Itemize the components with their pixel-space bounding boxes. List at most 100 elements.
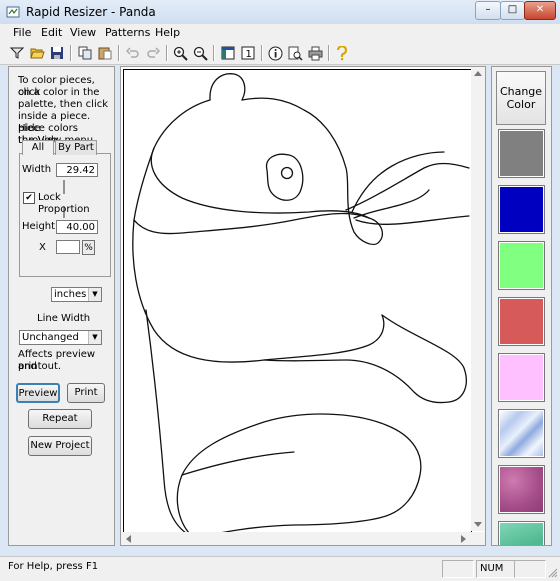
panda-foot-inner xyxy=(181,451,295,476)
change-color-label-2: Color xyxy=(506,98,536,111)
zoom-in-icon[interactable] xyxy=(171,44,189,62)
resize-grip-icon[interactable] xyxy=(548,568,558,578)
panda-pattern xyxy=(132,73,470,539)
palette-swatch-blue-marble-texture[interactable] xyxy=(498,409,545,458)
help-icon[interactable] xyxy=(333,44,351,62)
tab-by-part[interactable]: By Part xyxy=(55,140,97,155)
scroll-down-icon[interactable] xyxy=(474,522,482,528)
bamboo-leaf-3 xyxy=(351,151,445,213)
menu-patterns[interactable]: Patterns xyxy=(105,26,150,39)
scroll-up-icon[interactable] xyxy=(474,70,482,76)
status-help-text: For Help, press F1 xyxy=(8,561,99,572)
palette-swatch-purple-texture[interactable] xyxy=(498,465,545,514)
percent-button[interactable]: % xyxy=(82,240,95,255)
pattern-canvas-area xyxy=(120,66,486,546)
line-width-label: Line Width xyxy=(37,313,91,324)
palette-swatch-pink[interactable] xyxy=(498,353,545,402)
print-preview-icon[interactable] xyxy=(286,44,304,62)
save-icon[interactable] xyxy=(48,44,66,62)
menu-help[interactable]: Help xyxy=(155,26,180,39)
scale-label: X xyxy=(39,242,46,253)
redo-icon[interactable] xyxy=(144,44,162,62)
width-label: Width xyxy=(22,164,52,175)
toolbar-separator xyxy=(70,45,72,61)
instructions-line-3: palette, then click xyxy=(18,99,109,110)
repeat-button[interactable]: Repeat xyxy=(28,409,92,429)
chevron-down-icon: ▼ xyxy=(88,331,101,344)
title-bar: Rapid Resizer - Panda – □ ✕ xyxy=(0,0,560,25)
maximize-button[interactable]: □ xyxy=(500,1,525,20)
status-cell-empty xyxy=(442,560,474,578)
toolbar: 1 xyxy=(0,42,560,65)
swatch-gray-fill xyxy=(500,131,543,176)
toolbar-separator xyxy=(166,45,168,61)
change-color-label-1: Change xyxy=(499,85,543,98)
menu-file[interactable]: File xyxy=(13,26,31,39)
close-button[interactable]: ✕ xyxy=(524,1,556,20)
app-icon xyxy=(6,6,20,18)
scroll-right-icon[interactable] xyxy=(461,535,467,543)
swatch-blue-fill xyxy=(500,187,543,232)
panda-arm-piece xyxy=(132,147,385,363)
swatch-green-texture-fill xyxy=(500,523,543,545)
instructions-line-2: on a color in the xyxy=(18,87,100,98)
palette-swatch-green-texture[interactable] xyxy=(498,521,545,545)
units-value: inches xyxy=(54,289,87,300)
panda-leg-piece xyxy=(263,314,467,404)
tab-all[interactable]: All xyxy=(22,140,54,155)
copy-icon[interactable] xyxy=(76,44,94,62)
size-tab-panel: All By Part Width 29.42 ✔ Lock Proportio… xyxy=(19,140,111,277)
info-icon[interactable] xyxy=(266,44,284,62)
undo-icon[interactable] xyxy=(124,44,142,62)
panda-chest-piece xyxy=(133,212,370,235)
width-field[interactable]: 29.42 xyxy=(56,163,98,177)
pattern-page[interactable] xyxy=(123,69,472,543)
scroll-left-icon[interactable] xyxy=(125,535,131,543)
menu-edit[interactable]: Edit xyxy=(41,26,62,39)
menu-bar: File Edit View Patterns Help xyxy=(0,24,560,42)
minimize-button[interactable]: – xyxy=(475,1,501,20)
swatch-purple-texture-fill xyxy=(500,467,543,512)
print-icon[interactable] xyxy=(306,44,324,62)
swatch-light-green-fill xyxy=(500,243,543,288)
palette-swatch-red[interactable] xyxy=(498,297,545,346)
palette-swatch-gray[interactable] xyxy=(498,129,545,178)
lock-proportion-label: Lock Proportion xyxy=(38,192,90,215)
new-project-button[interactable]: New Project xyxy=(28,436,92,456)
canvas-horizontal-scrollbar[interactable] xyxy=(121,532,485,545)
filter-icon[interactable] xyxy=(8,44,26,62)
open-folder-icon[interactable] xyxy=(28,44,46,62)
height-label: Height xyxy=(22,221,56,232)
lock-proportion-checkbox[interactable]: ✔ xyxy=(23,192,35,204)
scale-field[interactable] xyxy=(56,240,80,254)
menu-view[interactable]: View xyxy=(70,26,96,39)
svg-text:1: 1 xyxy=(246,49,252,60)
print-button[interactable]: Print xyxy=(67,383,105,403)
palette-swatch-light-green[interactable] xyxy=(498,241,545,290)
color-palette-panel: Change Color xyxy=(491,66,552,546)
swatch-pink-fill xyxy=(500,355,543,400)
panda-eye xyxy=(280,166,294,180)
palette-swatch-blue[interactable] xyxy=(498,185,545,234)
swatch-red-fill xyxy=(500,299,543,344)
window-title: Rapid Resizer - Panda xyxy=(26,5,156,19)
panda-lower-body-piece xyxy=(145,309,195,539)
preview-button[interactable]: Preview xyxy=(16,383,60,403)
panda-foot-piece xyxy=(176,413,422,539)
fit-page-icon[interactable] xyxy=(219,44,237,62)
change-color-button[interactable]: Change Color xyxy=(496,71,546,125)
toolbar-separator xyxy=(213,45,215,61)
affects-note-line-2: printout. xyxy=(18,361,62,372)
zoom-out-icon[interactable] xyxy=(191,44,209,62)
line-width-select[interactable]: Unchanged ▼ xyxy=(19,330,102,345)
paste-icon[interactable] xyxy=(96,44,114,62)
units-select[interactable]: inches ▼ xyxy=(51,287,102,302)
controls-panel: To color pieces, click on a color in the… xyxy=(8,66,115,546)
actual-size-icon[interactable]: 1 xyxy=(239,44,257,62)
height-field[interactable]: 40.00 xyxy=(56,220,98,234)
canvas-vertical-scrollbar[interactable] xyxy=(471,67,485,531)
panda-ear-piece xyxy=(209,73,246,101)
status-cell-empty-2 xyxy=(514,560,546,578)
swatch-blue-marble-fill xyxy=(500,411,543,456)
line-width-value: Unchanged xyxy=(22,332,79,343)
